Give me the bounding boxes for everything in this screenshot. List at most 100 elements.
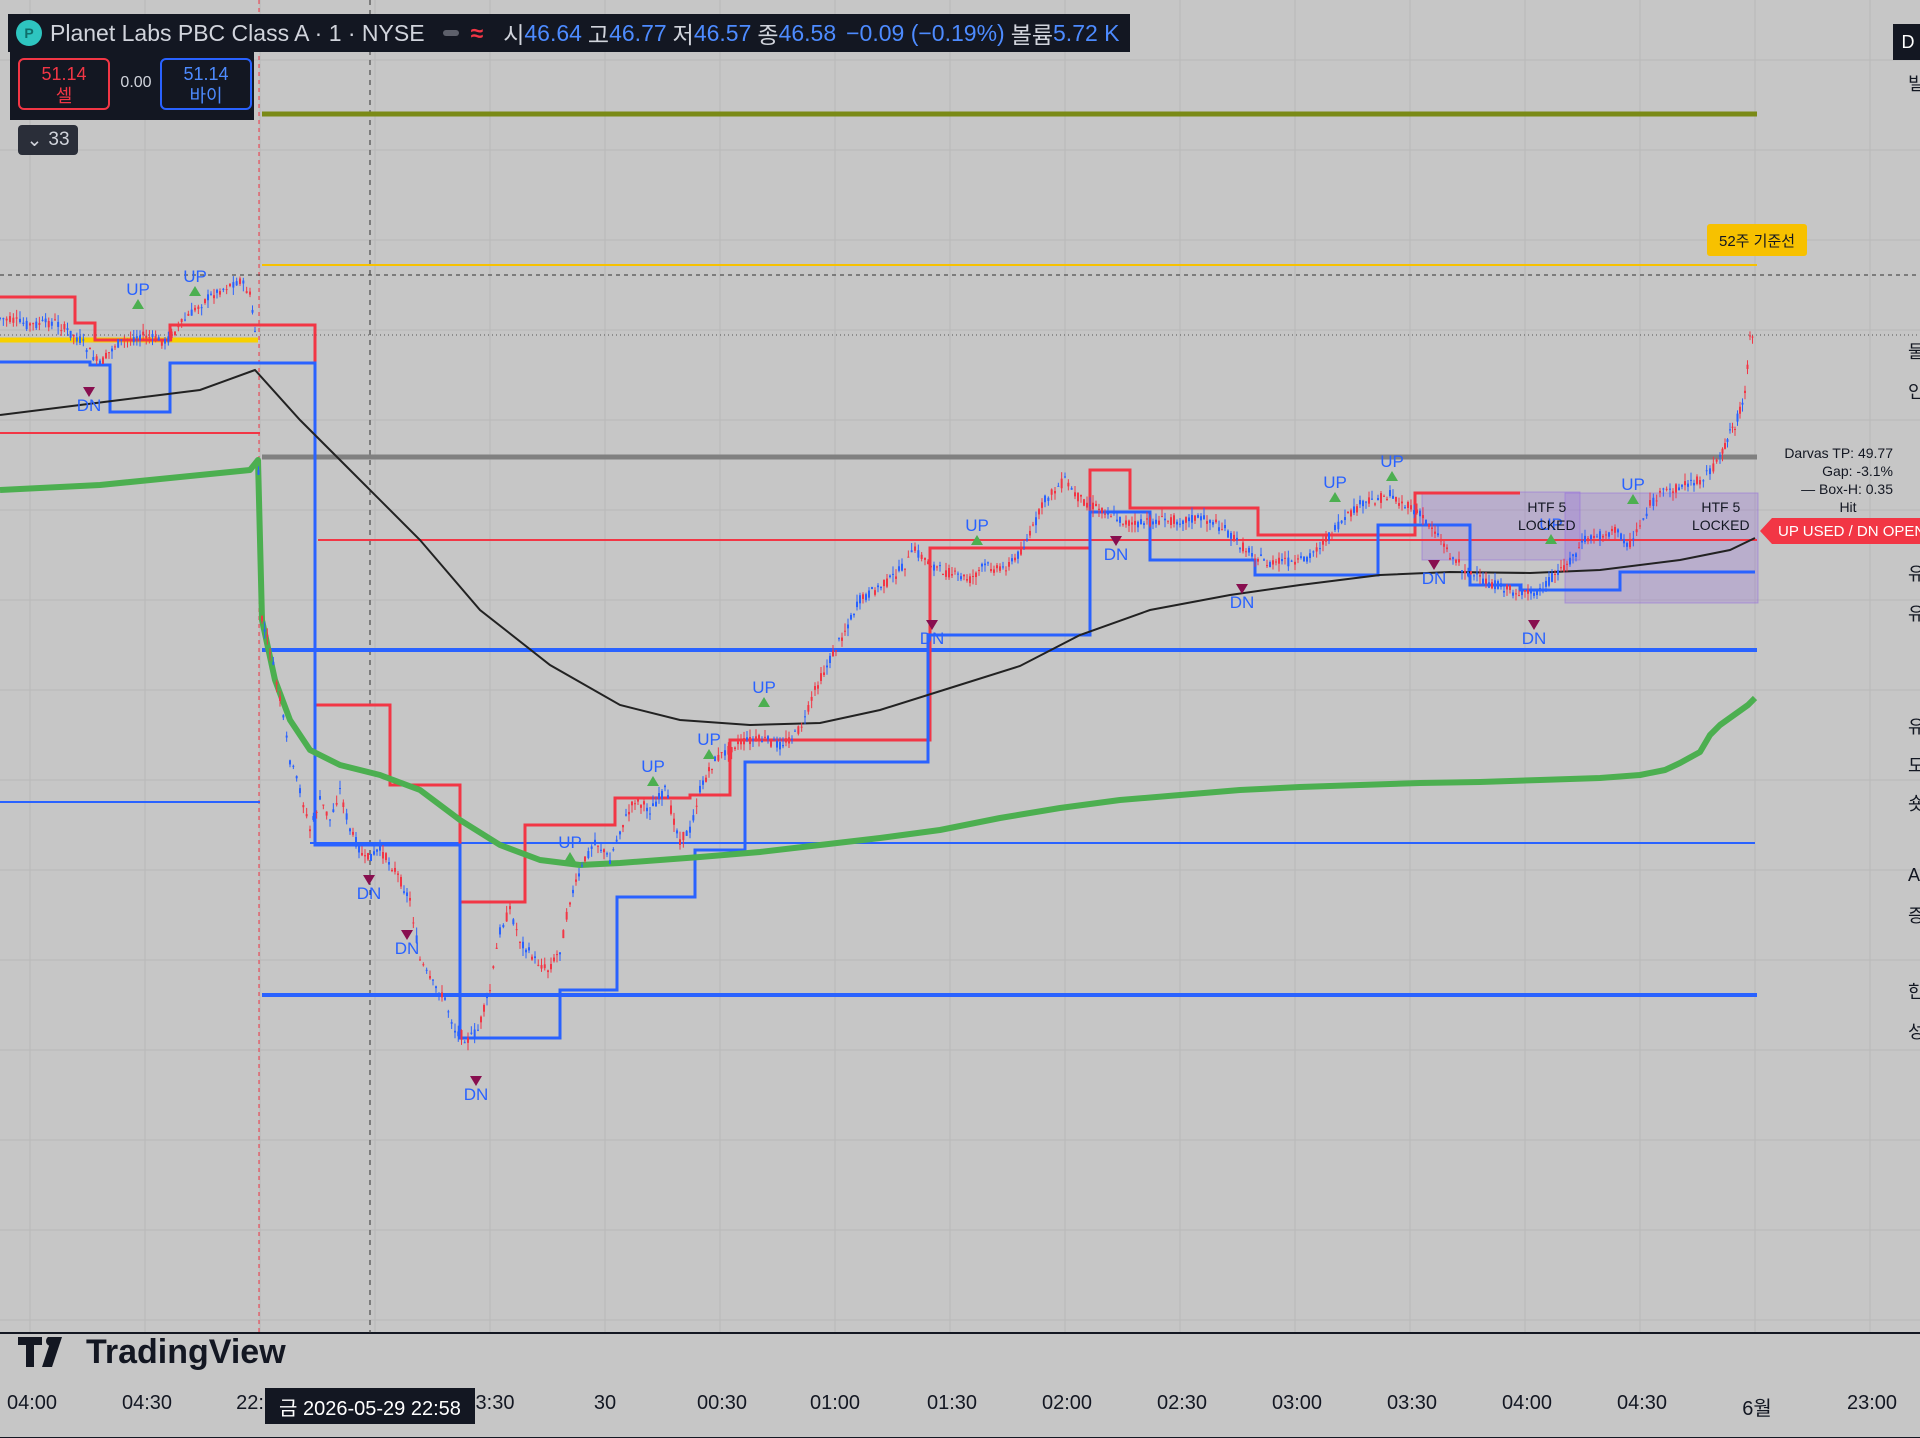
candle-body <box>332 809 335 813</box>
candle-body <box>492 966 495 968</box>
tradingview-logo: TradingView <box>18 1332 286 1372</box>
candle-body <box>1300 556 1302 558</box>
minus-icon[interactable] <box>442 30 459 36</box>
candle-body <box>1185 517 1187 523</box>
candle-body <box>676 830 678 834</box>
candle-body <box>1578 547 1580 549</box>
candle-body <box>584 856 586 862</box>
candle-body <box>987 562 989 564</box>
candle-body <box>1572 554 1574 557</box>
x-tick-label: 6월 <box>1742 1398 1772 1420</box>
candle-body <box>1386 498 1388 500</box>
candle-body <box>559 952 561 955</box>
candle-body <box>1203 515 1205 520</box>
candle-body <box>57 321 60 327</box>
x-tick-label: 04:30 <box>1616 1392 1668 1414</box>
candle-body <box>892 573 894 575</box>
candle-body <box>339 788 341 790</box>
tradingview-wordmark: TradingView <box>86 1332 286 1371</box>
candle-body <box>370 853 372 861</box>
candle-body <box>1729 429 1731 431</box>
candle-body <box>587 851 590 858</box>
volume-label: 볼륨 <box>1010 22 1054 48</box>
candle-body <box>1712 463 1715 472</box>
candle-body <box>1242 542 1244 552</box>
x-tick-label: 3:30 <box>475 1392 515 1414</box>
candle-body <box>210 293 212 295</box>
candle-body <box>590 846 593 849</box>
candle-body <box>770 739 772 747</box>
candle-body <box>1485 578 1487 584</box>
candle-body <box>1437 533 1439 536</box>
candle-body <box>376 849 378 852</box>
candle-body <box>1134 520 1136 525</box>
candle-body <box>117 339 120 348</box>
sell-button[interactable]: 51.14 셀 <box>18 58 110 110</box>
candle-body <box>1328 532 1330 541</box>
symbol-header[interactable]: P Planet Labs PBC Class A · 1 · NYSE ≈ 시… <box>8 14 1130 52</box>
candle-body <box>794 730 796 732</box>
candle-body <box>1331 535 1333 537</box>
price-chart[interactable]: UPUPDNDNDNDNUPUPUPUPUPDNDNUPUPDNDNUPDNUP <box>0 0 1920 1438</box>
candle-body <box>649 813 651 815</box>
candle-body <box>661 790 663 799</box>
htf-note-2: HTF 5 LOCKED <box>1692 498 1750 534</box>
candle-body <box>495 947 498 949</box>
candle-body <box>1392 495 1394 499</box>
right-scale-glyph: 성 <box>1908 1022 1920 1042</box>
candle-body <box>847 624 849 629</box>
candle-body <box>1337 521 1340 530</box>
compare-icon[interactable]: ≈ <box>471 20 484 47</box>
candle-body <box>1067 482 1070 487</box>
candle-body <box>47 320 50 328</box>
candle-body <box>425 969 428 971</box>
candle-body <box>207 294 209 301</box>
candle-body <box>322 804 325 806</box>
candle-body <box>1257 558 1259 562</box>
candle-body <box>960 576 962 580</box>
candle-body <box>79 336 81 343</box>
buy-button[interactable]: 51.14 바이 <box>160 58 252 110</box>
candle-body <box>776 740 778 748</box>
candle-body <box>447 1011 450 1013</box>
candle-body <box>951 574 953 576</box>
indicators-toggle[interactable]: ⌄ 33 <box>18 125 78 155</box>
candle-body <box>1356 506 1358 513</box>
candle-body <box>1284 557 1286 559</box>
candle-body <box>486 996 488 999</box>
candle-body <box>752 739 754 741</box>
candle-body <box>1245 551 1247 553</box>
right-panel-button[interactable]: D <box>1893 24 1920 60</box>
candle-body <box>1119 516 1121 523</box>
candle-body <box>216 289 218 293</box>
candle-body <box>1749 335 1751 337</box>
candle-body <box>910 550 913 553</box>
candle-body <box>85 349 88 353</box>
candle-body <box>1179 523 1181 525</box>
candle-body <box>505 912 508 922</box>
candle-body <box>177 324 180 328</box>
candle-body <box>978 569 980 571</box>
candle-body <box>450 1022 453 1024</box>
candle-body <box>1054 490 1056 494</box>
chart-stage[interactable]: UP UP DN DN DN DN UP UP UP UP UP DN DN UP UP DN DN UP DN UP… <box>0 0 1920 1438</box>
candle-body <box>1398 503 1400 506</box>
candle-body <box>1699 480 1701 485</box>
right-scale-glyph: A <box>1908 865 1920 885</box>
candle-body <box>1389 490 1391 496</box>
candle-body <box>174 331 176 335</box>
candle-body <box>1545 580 1547 587</box>
candle-body <box>1347 512 1349 514</box>
candle-body <box>764 736 766 738</box>
candle-body <box>1491 582 1493 589</box>
candle-body <box>1077 492 1079 502</box>
high-value: 46.77 <box>609 19 667 46</box>
candle-body <box>473 1029 476 1037</box>
candle-body <box>315 811 318 813</box>
candle-body <box>222 288 225 290</box>
candle-body <box>1524 590 1526 592</box>
symbol-title[interactable]: Planet Labs PBC Class A · 1 · NYSE <box>50 20 425 47</box>
candle-body <box>1104 513 1106 515</box>
candle-body <box>1269 562 1271 568</box>
candle-body <box>2 318 5 320</box>
